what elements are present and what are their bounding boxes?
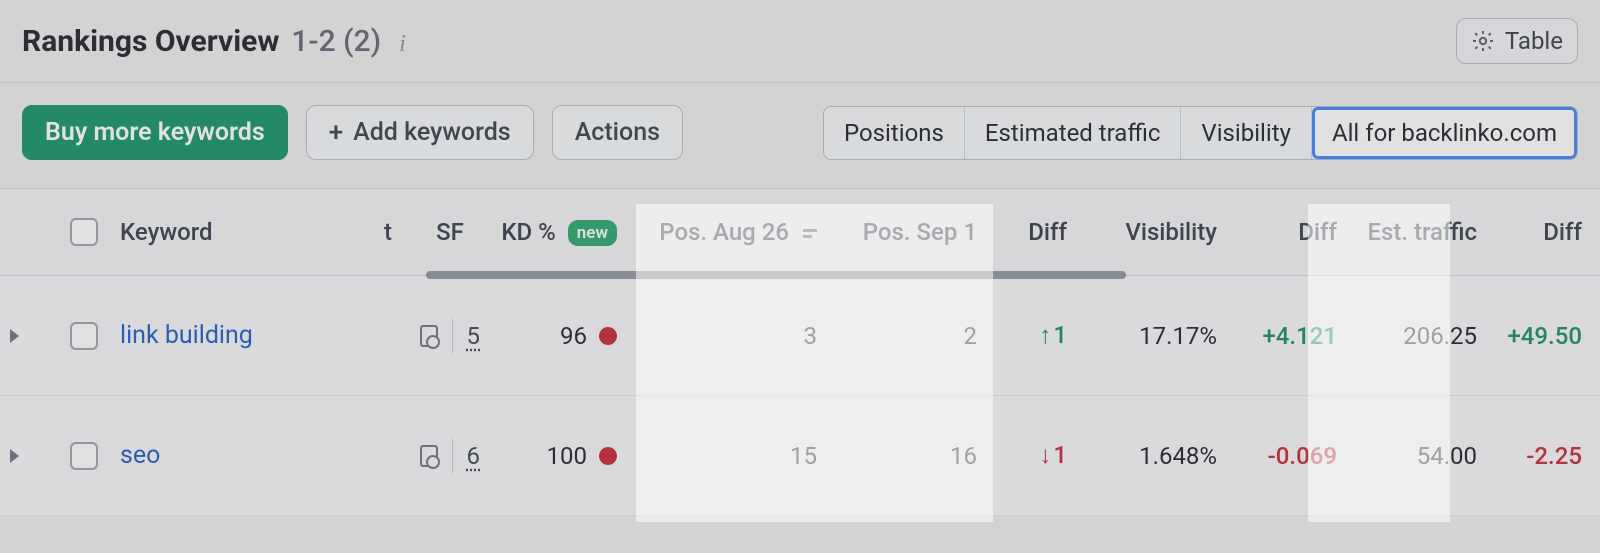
col-diff-est[interactable]: Diff — [1533, 218, 1600, 246]
tab-all-for-domain[interactable]: All for backlinko.com — [1312, 107, 1577, 159]
tab-estimated-label: Estimated traffic — [985, 119, 1161, 147]
pos-sep1-value: 2 — [964, 322, 978, 350]
page-title: Rankings Overview — [22, 24, 279, 59]
pos-aug26-value: 15 — [790, 442, 817, 470]
col-diff3-label: Diff — [1543, 218, 1582, 246]
kd-cell: 96 — [560, 322, 617, 350]
col-est-label: Est. traffic — [1367, 218, 1477, 246]
visibility-value: 17.17% — [1139, 322, 1217, 350]
serp-preview-icon — [420, 445, 438, 467]
difficulty-dot-icon — [599, 447, 617, 465]
chevron-right-icon — [10, 329, 19, 343]
col-kd-label: KD % — [501, 218, 555, 246]
sf-count: 6 — [467, 442, 481, 470]
col-keyword[interactable]: Keyword — [110, 218, 350, 246]
rankings-table: Keyword t SF KD % new Pos. Aug 26 Pos. S… — [0, 188, 1600, 516]
col-checkbox — [60, 218, 110, 246]
col-diff1-label: Diff — [1028, 218, 1067, 246]
new-badge: new — [568, 220, 617, 246]
add-keywords-label: Add keywords — [353, 118, 511, 147]
row-checkbox[interactable] — [70, 442, 98, 470]
info-icon[interactable]: i — [399, 32, 406, 56]
row-checkbox[interactable] — [70, 322, 98, 350]
pos-sep1-value: 16 — [950, 442, 977, 470]
visibility-diff-value: +4.121 — [1262, 322, 1337, 350]
est-traffic-value: 206.25 — [1403, 322, 1477, 350]
chevron-right-icon — [10, 449, 19, 463]
col-keyword-label: Keyword — [120, 218, 213, 246]
tab-positions-label: Positions — [844, 119, 944, 147]
est-traffic-value: 54.00 — [1417, 442, 1477, 470]
actions-label: Actions — [575, 118, 660, 147]
est-diff-value: -2.25 — [1526, 442, 1582, 470]
tab-allfor-label: All for backlinko.com — [1332, 119, 1557, 147]
col-visibility-label: Visibility — [1125, 218, 1217, 246]
serp-preview-icon — [420, 325, 438, 347]
table-row: link building 5 96 3 2 1 17.17% +4.121 2… — [0, 276, 1600, 396]
horizontal-scrollbar[interactable] — [426, 271, 1126, 279]
keyword-link[interactable]: seo — [120, 441, 160, 470]
pos-diff-value: 1 — [1039, 321, 1067, 349]
pos-diff-value: 1 — [1039, 441, 1067, 469]
col-diff2-label: Diff — [1298, 218, 1337, 246]
kd-value: 96 — [560, 322, 587, 350]
select-all-checkbox[interactable] — [70, 218, 98, 246]
col-pos2-label: Pos. Sep 1 — [863, 218, 977, 246]
kd-cell: 100 — [547, 442, 617, 470]
difficulty-dot-icon — [599, 327, 617, 345]
expand-toggle[interactable] — [0, 449, 60, 463]
view-tabs: Positions Estimated traffic Visibility A… — [823, 106, 1578, 160]
page-title-group: Rankings Overview 1-2 (2) i — [22, 24, 406, 59]
col-visibility[interactable]: Visibility — [1115, 218, 1235, 246]
buy-keywords-label: Buy more keywords — [45, 118, 265, 147]
est-diff-value: +49.50 — [1507, 322, 1582, 350]
col-diff-pos[interactable]: Diff — [1018, 218, 1085, 246]
visibility-diff-value: -0.069 — [1268, 442, 1337, 470]
col-t-label: t — [384, 218, 392, 246]
col-pos-aug26[interactable]: Pos. Aug 26 — [649, 218, 835, 246]
keyword-link[interactable]: link building — [120, 321, 253, 350]
sf-count: 5 — [467, 322, 481, 350]
col-pos1-label: Pos. Aug 26 — [659, 218, 789, 246]
tab-visibility[interactable]: Visibility — [1181, 107, 1312, 159]
actions-button[interactable]: Actions — [552, 105, 683, 160]
page-title-range: 1-2 (2) — [291, 24, 381, 59]
col-sf-label: SF — [436, 218, 464, 246]
table-settings-label: Table — [1505, 27, 1563, 55]
buy-keywords-button[interactable]: Buy more keywords — [22, 105, 288, 160]
add-keywords-button[interactable]: + Add keywords — [306, 105, 534, 160]
tab-estimated-traffic[interactable]: Estimated traffic — [965, 107, 1182, 159]
col-sf[interactable]: SF — [410, 218, 490, 246]
gear-icon — [1471, 29, 1495, 53]
expand-toggle[interactable] — [0, 329, 60, 343]
visibility-value: 1.648% — [1139, 442, 1217, 470]
kd-value: 100 — [547, 442, 587, 470]
col-pos-sep1[interactable]: Pos. Sep 1 — [853, 218, 995, 246]
sort-icon — [803, 229, 817, 238]
table-settings-button[interactable]: Table — [1456, 18, 1578, 64]
serp-features-cell[interactable]: 6 — [420, 439, 480, 473]
col-kd[interactable]: KD % new — [491, 218, 635, 247]
pos-aug26-value: 3 — [804, 322, 818, 350]
tab-positions[interactable]: Positions — [824, 107, 965, 159]
col-diff-vis[interactable]: Diff — [1288, 218, 1355, 246]
col-t[interactable]: t — [374, 218, 410, 246]
serp-features-cell[interactable]: 5 — [420, 319, 480, 353]
col-est-traffic[interactable]: Est. traffic — [1357, 218, 1495, 246]
divider — [452, 439, 453, 473]
table-row: seo 6 100 15 16 1 1.648% -0.069 54.00 -2… — [0, 396, 1600, 516]
header-bar: Rankings Overview 1-2 (2) i Table — [0, 0, 1600, 83]
table-header-row: Keyword t SF KD % new Pos. Aug 26 Pos. S… — [0, 188, 1600, 276]
tab-visibility-label: Visibility — [1201, 119, 1291, 147]
toolbar: Buy more keywords + Add keywords Actions… — [0, 83, 1600, 188]
plus-icon: + — [329, 120, 343, 146]
divider — [452, 319, 453, 353]
